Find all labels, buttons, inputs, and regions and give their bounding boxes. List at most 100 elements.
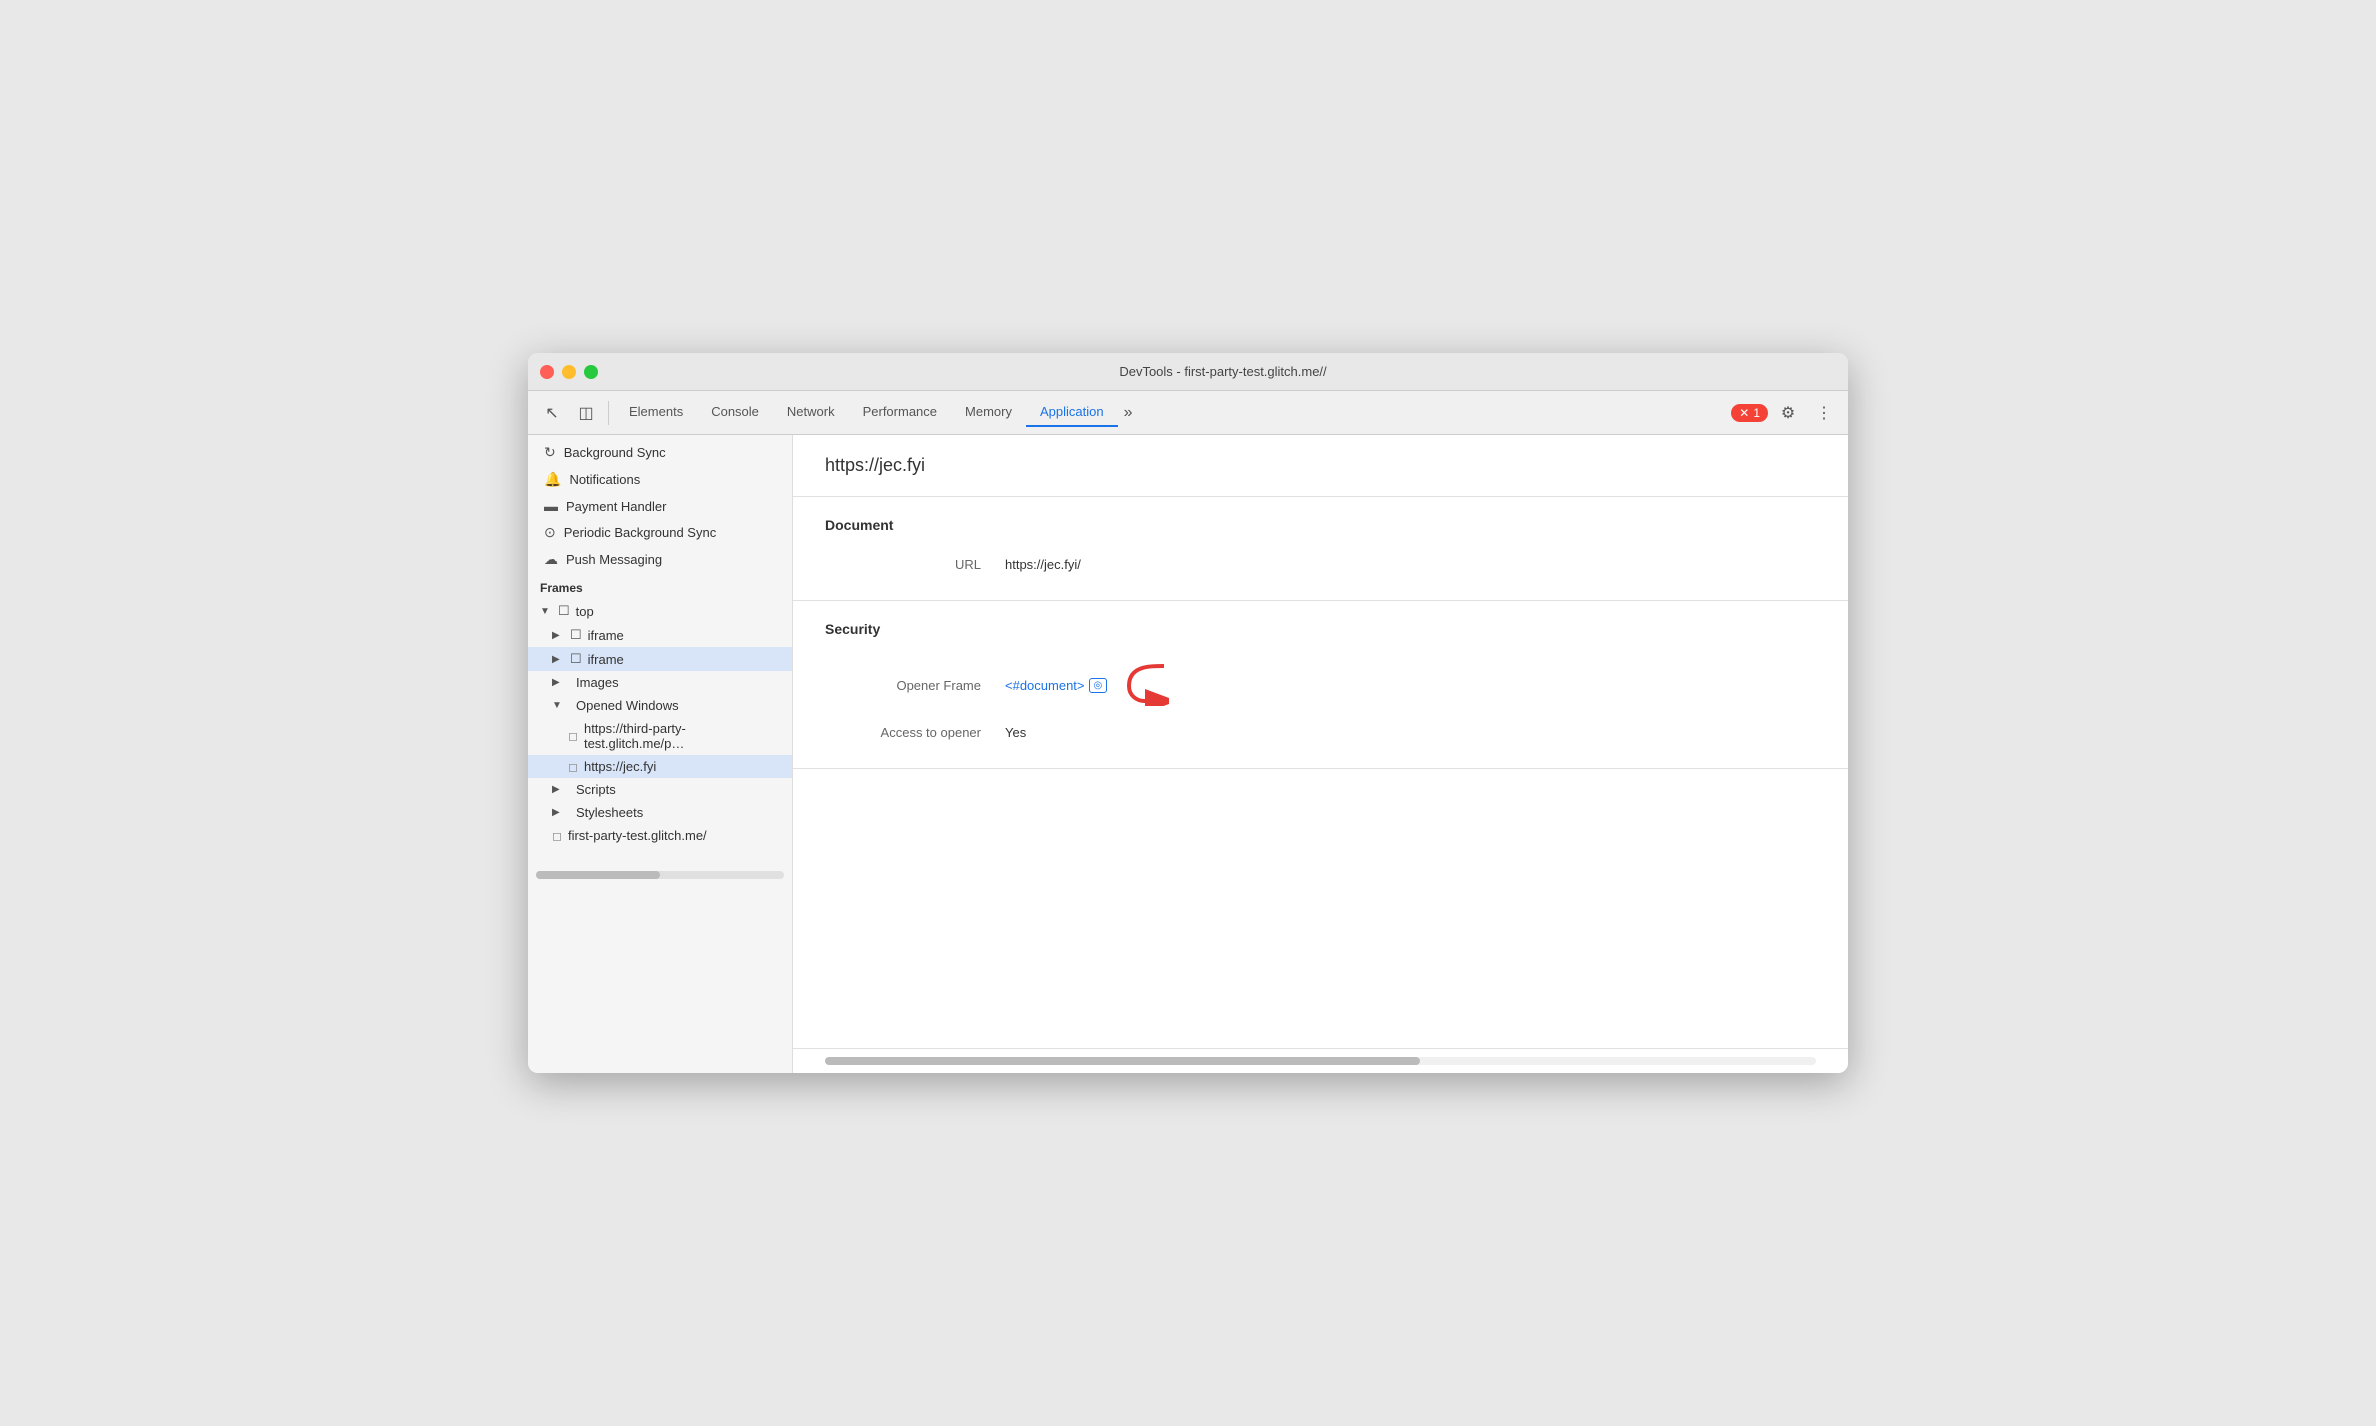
sidebar-item-push-messaging[interactable]: ☁ Push Messaging (528, 546, 792, 573)
sync-icon: ↻ (544, 444, 556, 461)
url-field-label: URL (825, 557, 1005, 572)
expand-arrow-opened-windows: ▼ (552, 700, 564, 711)
tree-label-first-party: first-party-test.glitch.me/ (568, 828, 707, 843)
document-section-title: Document (825, 517, 1816, 533)
tab-memory[interactable]: Memory (951, 398, 1026, 427)
sidebar-label-push-messaging: Push Messaging (566, 552, 662, 567)
tree-label-top: top (576, 604, 594, 619)
sidebar-item-background-sync[interactable]: ↻ Background Sync (528, 439, 792, 466)
inspect-icon-button[interactable]: ◫ (570, 397, 602, 429)
sidebar: ↻ Background Sync 🔔 Notifications ▬ Paym… (528, 435, 793, 1073)
payment-icon: ▬ (544, 498, 558, 514)
expand-arrow-iframe-1: ▶ (552, 630, 564, 641)
cloud-icon: ☁ (544, 551, 558, 568)
main-content: ↻ Background Sync 🔔 Notifications ▬ Paym… (528, 435, 1848, 1073)
tab-console[interactable]: Console (697, 398, 773, 427)
periodic-sync-icon: ⊙ (544, 524, 556, 541)
tree-label-iframe-2: iframe (588, 652, 624, 667)
tree-item-third-party-url[interactable]: ◻ https://third-party-test.glitch.me/p… (528, 717, 792, 755)
inspect-icon: ◫ (578, 403, 593, 423)
bell-icon: 🔔 (544, 471, 561, 488)
cursor-icon: ↖ (545, 403, 558, 423)
tree-item-scripts[interactable]: ▶ Scripts (528, 778, 792, 801)
sidebar-item-notifications[interactable]: 🔔 Notifications (528, 466, 792, 493)
toolbar-divider (608, 401, 609, 425)
security-section-title: Security (825, 621, 1816, 637)
tree-item-jec-fyi[interactable]: ◻ https://jec.fyi (528, 755, 792, 778)
panel-scrollbar-thumb[interactable] (825, 1057, 1420, 1065)
folder-icon-top: ☐ (558, 603, 570, 619)
cursor-icon-button[interactable]: ↖ (536, 397, 568, 429)
tree-label-images: Images (576, 675, 619, 690)
red-arrow-annotation (1119, 661, 1169, 709)
access-opener-value: Yes (1005, 725, 1026, 740)
minimize-button[interactable] (562, 365, 576, 379)
tree-item-first-party[interactable]: ◻ first-party-test.glitch.me/ (528, 824, 792, 847)
panel-scrollbar-track[interactable] (825, 1057, 1816, 1065)
tree-item-iframe-2[interactable]: ▶ ☐ iframe (528, 647, 792, 671)
url-field-row: URL https://jec.fyi/ (825, 549, 1816, 580)
tree-label-third-party-url: https://third-party-test.glitch.me/p… (584, 721, 784, 751)
page-icon-first-party: ◻ (552, 829, 562, 843)
close-button[interactable] (540, 365, 554, 379)
page-icon-jec-fyi: ◻ (568, 760, 578, 774)
more-tabs-button[interactable]: » (1118, 400, 1139, 426)
sidebar-label-periodic-bg-sync: Periodic Background Sync (564, 525, 716, 540)
tree-item-stylesheets[interactable]: ▶ Stylesheets (528, 801, 792, 824)
opener-frame-label: Opener Frame (825, 678, 1005, 693)
main-panel: https://jec.fyi Document URL https://jec… (793, 435, 1848, 1073)
opener-frame-link[interactable]: <#document> (1005, 678, 1085, 693)
traffic-lights (540, 365, 598, 379)
folder-icon-iframe-2: ☐ (570, 651, 582, 667)
toolbar-tabs: Elements Console Network Performance Mem… (615, 398, 1729, 427)
panel-url: https://jec.fyi (793, 435, 1848, 497)
gear-icon: ⚙ (1781, 403, 1795, 423)
tab-elements[interactable]: Elements (615, 398, 697, 427)
devtools-window: DevTools - first-party-test.glitch.me// … (528, 353, 1848, 1073)
tree-label-stylesheets: Stylesheets (576, 805, 643, 820)
tree-item-top[interactable]: ▼ ☐ top (528, 599, 792, 623)
titlebar: DevTools - first-party-test.glitch.me// (528, 353, 1848, 391)
more-options-button[interactable]: ⋮ (1808, 397, 1840, 429)
toolbar: ↖ ◫ Elements Console Network Performance… (528, 391, 1848, 435)
tree-label-scripts: Scripts (576, 782, 616, 797)
url-field-value: https://jec.fyi/ (1005, 557, 1081, 572)
expand-arrow-top: ▼ (540, 606, 552, 617)
panel-spacer (793, 769, 1848, 1048)
vertical-dots-icon: ⋮ (1816, 403, 1832, 423)
document-section: Document URL https://jec.fyi/ (793, 497, 1848, 601)
error-x-icon: ✕ (1739, 406, 1749, 420)
expand-arrow-stylesheets: ▶ (552, 807, 564, 818)
tab-network[interactable]: Network (773, 398, 849, 427)
panel-scrollbar-container (793, 1048, 1848, 1073)
link-open-icon[interactable]: ◎ (1089, 678, 1108, 693)
opener-frame-row: Opener Frame <#document> ◎ (825, 653, 1816, 717)
tree-label-jec-fyi: https://jec.fyi (584, 759, 656, 774)
error-count: 1 (1753, 406, 1760, 420)
access-opener-label: Access to opener (825, 725, 1005, 740)
sidebar-item-periodic-bg-sync[interactable]: ⊙ Periodic Background Sync (528, 519, 792, 546)
sidebar-label-background-sync: Background Sync (564, 445, 666, 460)
sidebar-scrollbar-thumb[interactable] (536, 871, 784, 879)
tab-application[interactable]: Application (1026, 398, 1118, 427)
tree-item-images[interactable]: ▶ Images (528, 671, 792, 694)
maximize-button[interactable] (584, 365, 598, 379)
window-title: DevTools - first-party-test.glitch.me// (610, 364, 1836, 379)
folder-icon-iframe-1: ☐ (570, 627, 582, 643)
access-opener-row: Access to opener Yes (825, 717, 1816, 748)
tab-performance[interactable]: Performance (849, 398, 951, 427)
tree-item-opened-windows[interactable]: ▼ Opened Windows (528, 694, 792, 717)
expand-arrow-images: ▶ (552, 677, 564, 688)
tree-item-iframe-1[interactable]: ▶ ☐ iframe (528, 623, 792, 647)
tree-label-iframe-1: iframe (588, 628, 624, 643)
settings-button[interactable]: ⚙ (1772, 397, 1804, 429)
sidebar-item-payment-handler[interactable]: ▬ Payment Handler (528, 493, 792, 519)
sidebar-label-notifications: Notifications (569, 472, 640, 487)
page-icon-third-party: ◻ (568, 729, 578, 743)
expand-arrow-iframe-2: ▶ (552, 654, 564, 665)
error-badge[interactable]: ✕ 1 (1731, 404, 1768, 422)
frames-section-label: Frames (528, 573, 792, 599)
toolbar-right: ✕ 1 ⚙ ⋮ (1731, 397, 1840, 429)
expand-arrow-scripts: ▶ (552, 784, 564, 795)
security-section: Security Opener Frame <#document> ◎ (793, 601, 1848, 769)
